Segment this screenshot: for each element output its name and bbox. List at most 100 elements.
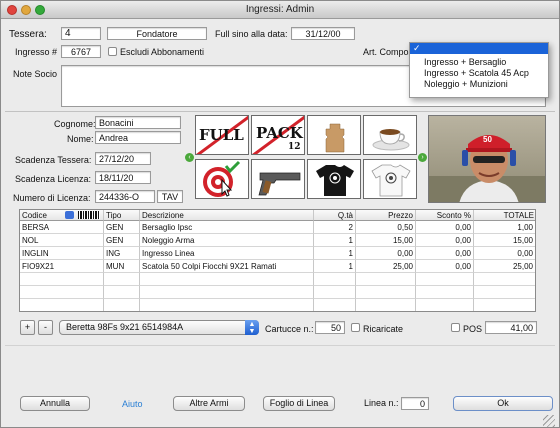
cell-qta[interactable]: 1: [314, 260, 356, 273]
linea-field[interactable]: 0: [401, 397, 429, 410]
cell-sconto[interactable]: 0,00: [416, 260, 474, 273]
pos-checkbox[interactable]: [451, 323, 460, 332]
scadenza-licenza-field[interactable]: 18/11/20: [95, 171, 151, 184]
cell-qta[interactable]: 2: [314, 221, 356, 234]
col-tipo-header[interactable]: Tipo: [104, 210, 140, 221]
cell-codice[interactable]: INGLIN: [20, 247, 104, 260]
art-composti-menu[interactable]: ✓ Ingresso + Bersaglio Ingresso + Scatol…: [409, 42, 549, 98]
col-descrizione-header[interactable]: Descrizione: [140, 210, 314, 221]
cell-prezzo[interactable]: 25,00: [356, 260, 416, 273]
full-date-field[interactable]: 31/12/00: [291, 27, 355, 40]
cell-prezzo[interactable]: [356, 286, 416, 299]
col-qta-header[interactable]: Q.tà: [314, 210, 356, 221]
ricaricate-checkbox[interactable]: [351, 323, 360, 332]
cell-prezzo[interactable]: 15,00: [356, 234, 416, 247]
cell-tipo[interactable]: [104, 273, 140, 286]
cell-sconto[interactable]: 0,00: [416, 234, 474, 247]
cognome-label: Cognome:: [54, 119, 96, 129]
cell-codice[interactable]: BERSA: [20, 221, 104, 234]
cell-totale[interactable]: 15,00: [474, 234, 535, 247]
menu-item-selected[interactable]: ✓: [410, 43, 548, 54]
cell-descrizione[interactable]: [140, 299, 314, 311]
foglio-di-linea-button[interactable]: Foglio di Linea: [263, 396, 335, 411]
cell-totale[interactable]: 1,00: [474, 221, 535, 234]
cell-qta[interactable]: 1: [314, 234, 356, 247]
items-table[interactable]: Codice Tipo Descrizione Q.tà Prezzo Scon…: [19, 209, 536, 312]
cell-tipo[interactable]: [104, 299, 140, 311]
cell-sconto[interactable]: 0,00: [416, 221, 474, 234]
add-row-button[interactable]: +: [20, 320, 35, 335]
cell-codice[interactable]: [20, 299, 104, 311]
tile-full-pass[interactable]: FULL: [195, 115, 249, 155]
close-window-icon[interactable]: [7, 5, 17, 15]
cell-prezzo[interactable]: [356, 273, 416, 286]
cell-prezzo[interactable]: 0,50: [356, 221, 416, 234]
barcode-icon[interactable]: [78, 211, 100, 219]
cell-totale[interactable]: [474, 286, 535, 299]
col-prezzo-header[interactable]: Prezzo: [356, 210, 416, 221]
cartucce-field[interactable]: 50: [315, 321, 345, 334]
cell-totale[interactable]: [474, 299, 535, 311]
tiles-prev-icon[interactable]: ‹: [185, 153, 194, 162]
cell-qta[interactable]: [314, 286, 356, 299]
menu-item-noleggio-munizioni[interactable]: Noleggio + Munizioni: [410, 79, 548, 90]
cell-descrizione[interactable]: Scatola 50 Colpi Fiocchi 9X21 Ramati: [140, 260, 314, 273]
tile-black-tshirt[interactable]: [307, 159, 361, 199]
cell-descrizione[interactable]: Ingresso Linea: [140, 247, 314, 260]
cell-tipo[interactable]: GEN: [104, 234, 140, 247]
scadenza-tessera-field[interactable]: 27/12/20: [95, 152, 151, 165]
tile-white-tshirt[interactable]: [363, 159, 417, 199]
resize-grip-icon[interactable]: [543, 415, 555, 427]
cell-tipo[interactable]: MUN: [104, 260, 140, 273]
cell-sconto[interactable]: [416, 299, 474, 311]
numero-licenza-field[interactable]: 244336-O: [95, 190, 155, 203]
tile-silhouette-target[interactable]: [307, 115, 361, 155]
cell-descrizione[interactable]: Noleggio Arma: [140, 234, 314, 247]
ok-button[interactable]: Ok: [453, 396, 553, 411]
cell-totale[interactable]: 0,00: [474, 247, 535, 260]
cell-tipo[interactable]: [104, 286, 140, 299]
tiles-next-icon[interactable]: ›: [418, 153, 427, 162]
col-totale-header[interactable]: TOTALE: [474, 210, 535, 221]
tile-pack[interactable]: PACK 12: [251, 115, 305, 155]
ingresso-field[interactable]: 6767: [61, 45, 101, 58]
menu-item-ingresso-scatola[interactable]: Ingresso + Scatola 45 Acp: [410, 68, 548, 79]
cell-descrizione[interactable]: Bersaglio Ipsc: [140, 221, 314, 234]
minimize-window-icon[interactable]: [21, 5, 31, 15]
remove-row-button[interactable]: -: [38, 320, 53, 335]
cell-codice[interactable]: [20, 286, 104, 299]
cell-codice[interactable]: [20, 273, 104, 286]
cell-qta[interactable]: 1: [314, 247, 356, 260]
cell-prezzo[interactable]: 0,00: [356, 247, 416, 260]
codice-popup-icon[interactable]: [65, 211, 74, 219]
cell-sconto[interactable]: 0,00: [416, 247, 474, 260]
cell-descrizione[interactable]: [140, 286, 314, 299]
tessera-field[interactable]: 4: [61, 27, 101, 40]
col-sconto-header[interactable]: Sconto %: [416, 210, 474, 221]
cell-codice[interactable]: NOL: [20, 234, 104, 247]
arma-select[interactable]: Beretta 98Fs 9x21 6514984A ▲ ▼: [59, 320, 259, 335]
cell-prezzo[interactable]: [356, 299, 416, 311]
tile-coffee[interactable]: [363, 115, 417, 155]
col-codice-header[interactable]: Codice: [20, 210, 104, 221]
cognome-field[interactable]: Bonacini: [95, 116, 181, 129]
nome-field[interactable]: Andrea: [95, 131, 181, 144]
cell-tipo[interactable]: ING: [104, 247, 140, 260]
escludi-abbonamenti-checkbox[interactable]: [108, 47, 117, 56]
zoom-window-icon[interactable]: [35, 5, 45, 15]
cell-tipo[interactable]: GEN: [104, 221, 140, 234]
menu-item-ingresso-bersaglio[interactable]: Ingresso + Bersaglio: [410, 57, 548, 68]
altre-armi-button[interactable]: Altre Armi: [173, 396, 245, 411]
cell-qta[interactable]: [314, 299, 356, 311]
tile-target-select[interactable]: [195, 159, 249, 199]
cell-codice[interactable]: FIO9X21: [20, 260, 104, 273]
tile-pistol[interactable]: [251, 159, 305, 199]
cell-descrizione[interactable]: [140, 273, 314, 286]
cell-qta[interactable]: [314, 273, 356, 286]
cell-totale[interactable]: 25,00: [474, 260, 535, 273]
cell-totale[interactable]: [474, 273, 535, 286]
cell-sconto[interactable]: [416, 286, 474, 299]
annulla-button[interactable]: Annulla: [20, 396, 90, 411]
cell-sconto[interactable]: [416, 273, 474, 286]
aiuto-link[interactable]: Aiuto: [122, 399, 143, 409]
